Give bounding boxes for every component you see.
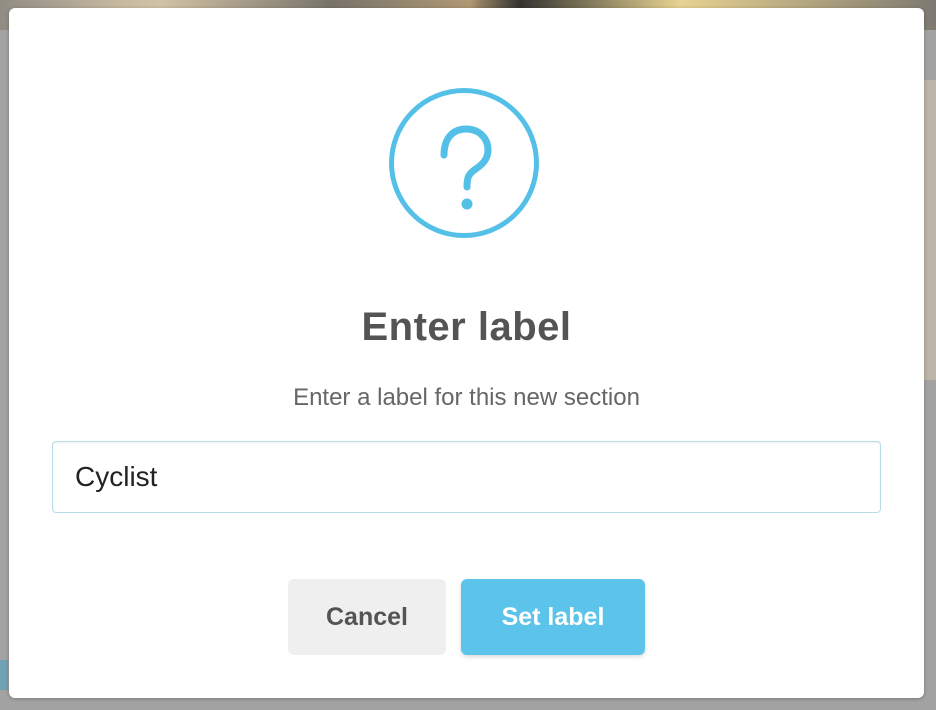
question-mark-circle-icon bbox=[389, 88, 539, 238]
label-input[interactable] bbox=[52, 441, 881, 513]
set-label-button[interactable]: Set label bbox=[461, 579, 645, 655]
question-mark-glyph bbox=[440, 125, 492, 210]
cancel-button[interactable]: Cancel bbox=[288, 579, 446, 655]
enter-label-dialog: Enter label Enter a label for this new s… bbox=[9, 8, 924, 698]
dialog-subtitle: Enter a label for this new section bbox=[293, 384, 640, 411]
dialog-title: Enter label bbox=[361, 305, 572, 349]
background-link-fragment bbox=[0, 660, 8, 690]
